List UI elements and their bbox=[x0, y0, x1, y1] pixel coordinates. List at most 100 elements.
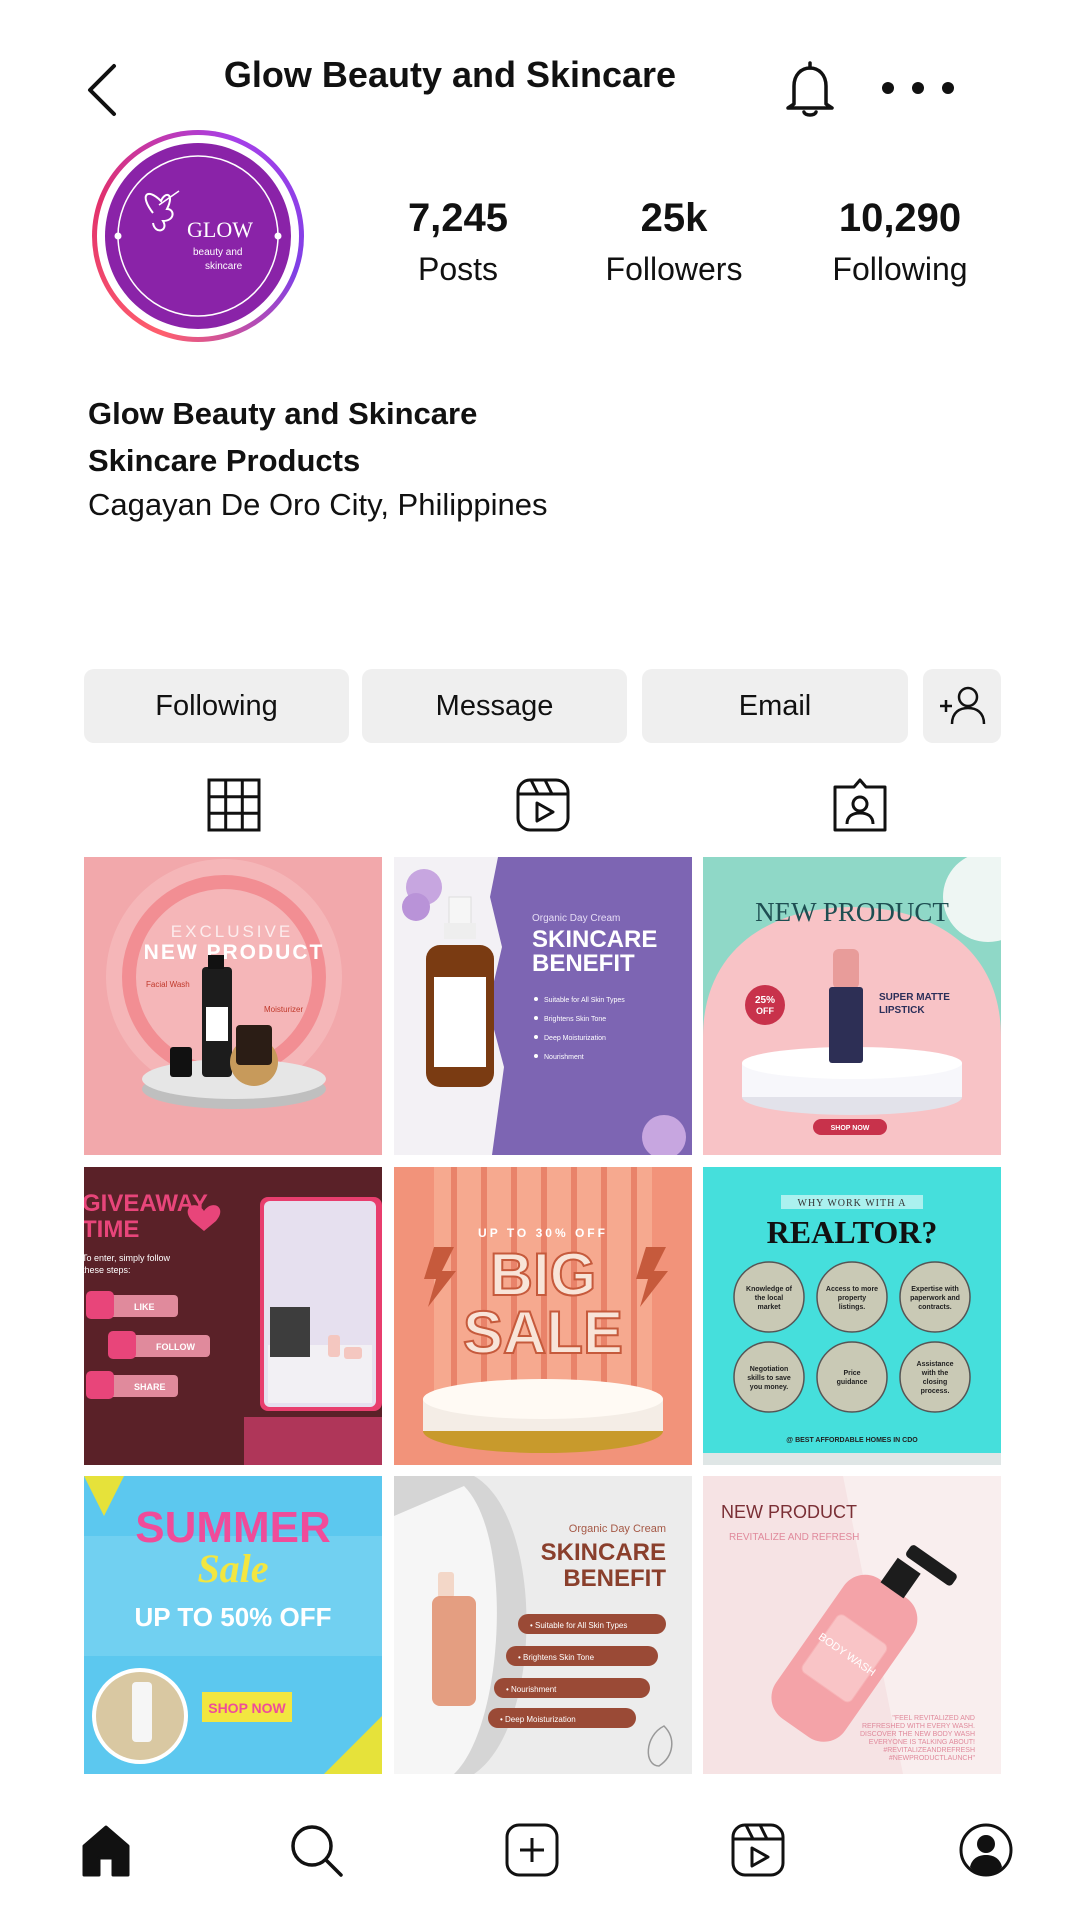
post-tile[interactable]: NEW PRODUCT REVITALIZE AND REFRESH BODY … bbox=[703, 1476, 1001, 1774]
post-text: 25% bbox=[755, 995, 775, 1006]
home-icon[interactable] bbox=[80, 1824, 132, 1878]
post-text: Brightens Skin Tone bbox=[544, 1016, 606, 1023]
message-button[interactable]: Message bbox=[362, 669, 627, 743]
stat-label: Following bbox=[832, 251, 968, 287]
post-text: SHARE bbox=[134, 1382, 166, 1392]
create-post-icon[interactable] bbox=[504, 1822, 560, 1878]
post-text: these steps: bbox=[84, 1265, 131, 1275]
reels-icon[interactable] bbox=[515, 777, 571, 833]
post-text: Organic Day Cream bbox=[569, 1523, 666, 1535]
post-text: with the bbox=[921, 1370, 949, 1377]
stat-value: 25k bbox=[640, 196, 708, 240]
post-text: SKINCARE bbox=[532, 926, 657, 953]
post-text: • Suitable for All Skin Types bbox=[530, 1621, 627, 1630]
post-text: Assistance bbox=[917, 1361, 954, 1368]
post-text: Suitable for All Skin Types bbox=[544, 997, 625, 1004]
stat-value: 7,245 bbox=[407, 196, 509, 240]
post-tile[interactable]: UP TO 30% OFF BIG SALE bbox=[394, 1167, 692, 1465]
post-text: process. bbox=[921, 1388, 950, 1395]
stat-following[interactable]: 10,290 Following bbox=[800, 196, 1000, 288]
back-arrow-icon[interactable] bbox=[84, 60, 124, 120]
post-text: REALTOR? bbox=[767, 1214, 938, 1250]
post-text: skills to save bbox=[747, 1375, 791, 1382]
profile-category: Skincare Products bbox=[88, 443, 361, 478]
post-text: #REVITALIZEANDREFRESH bbox=[883, 1747, 975, 1754]
post-text: Nourishment bbox=[544, 1054, 584, 1061]
stat-label: Posts bbox=[417, 251, 499, 287]
stat-label: Followers bbox=[605, 251, 743, 287]
more-dots-icon[interactable] bbox=[876, 76, 960, 100]
email-button[interactable]: Email bbox=[642, 669, 908, 743]
post-text: FOLLOW bbox=[156, 1342, 195, 1352]
tagged-icon[interactable] bbox=[832, 777, 888, 833]
post-text: NEW PRODUCT bbox=[144, 941, 325, 964]
post-text: #NEWPRODUCTLAUNCH" bbox=[889, 1755, 976, 1762]
avatar-tagline-2: skincare bbox=[205, 261, 243, 272]
bell-icon[interactable] bbox=[782, 60, 838, 120]
post-text: BIG bbox=[490, 1241, 597, 1308]
post-text: NEW PRODUCT bbox=[721, 1502, 857, 1522]
avatar-tagline-1: beauty and bbox=[193, 247, 243, 258]
profile-bio: Glow Beauty and Skincare Skincare Produc… bbox=[88, 390, 547, 526]
post-text: SUMMER bbox=[135, 1503, 331, 1552]
post-text: Expertise with bbox=[911, 1286, 958, 1293]
post-text: To enter, simply follow bbox=[84, 1253, 171, 1263]
post-tile[interactable]: WHY WORK WITH A REALTOR? Knowledge of th… bbox=[703, 1167, 1001, 1465]
profile-location: Cagayan De Oro City, Philippines bbox=[88, 487, 548, 522]
post-text: Negotiation bbox=[750, 1366, 789, 1373]
stat-followers[interactable]: 25k Followers bbox=[574, 196, 774, 288]
post-text: WHY WORK WITH A bbox=[798, 1198, 907, 1209]
profile-name: Glow Beauty and Skincare bbox=[88, 396, 478, 431]
post-tile[interactable]: Organic Day Cream SKINCARE BENEFIT • Sui… bbox=[394, 1476, 692, 1774]
post-text: Price bbox=[843, 1370, 860, 1377]
post-text: LIPSTICK bbox=[879, 1005, 925, 1016]
post-text: OFF bbox=[756, 1006, 774, 1016]
post-text: SHOP NOW bbox=[831, 1125, 870, 1132]
following-button[interactable]: Following bbox=[84, 669, 349, 743]
post-text: • Deep Moisturization bbox=[500, 1715, 576, 1724]
post-text: Facial Wash bbox=[146, 980, 190, 989]
post-text: paperwork and bbox=[910, 1295, 960, 1302]
post-text: BENEFIT bbox=[532, 950, 635, 977]
avatar-brand-text: GLOW bbox=[187, 217, 253, 242]
post-text: you money. bbox=[750, 1384, 788, 1391]
post-text: • Nourishment bbox=[506, 1685, 557, 1694]
post-text: Sale bbox=[197, 1546, 268, 1591]
post-text: DISCOVER THE NEW BODY WASH bbox=[860, 1731, 975, 1738]
add-person-icon bbox=[940, 686, 986, 725]
post-text: property bbox=[838, 1295, 867, 1302]
post-text: Knowledge of bbox=[746, 1286, 793, 1293]
post-tile[interactable]: NEW PRODUCT 25% OFF SUPER MATTE LIPSTICK… bbox=[703, 857, 1001, 1155]
post-tile[interactable]: GIVEAWAY TIME To enter, simply follow th… bbox=[84, 1167, 382, 1465]
stat-value: 10,290 bbox=[838, 196, 962, 240]
page-title: Glow Beauty and Skincare bbox=[223, 54, 677, 95]
post-text: guidance bbox=[837, 1379, 868, 1386]
post-text: @ BEST AFFORDABLE HOMES IN CDO bbox=[786, 1437, 918, 1444]
post-text: Moisturizer bbox=[264, 1005, 303, 1014]
search-icon[interactable] bbox=[288, 1822, 344, 1878]
post-text: LIKE bbox=[134, 1302, 155, 1312]
post-text: SHOP NOW bbox=[208, 1700, 286, 1716]
post-tile[interactable]: SUMMER Sale UP TO 50% OFF SHOP NOW bbox=[84, 1476, 382, 1774]
grid-icon[interactable] bbox=[206, 777, 262, 833]
post-text: SKINCARE bbox=[541, 1539, 666, 1566]
profile-avatar[interactable]: GLOW beauty and skincare bbox=[92, 130, 304, 342]
post-text: closing bbox=[923, 1379, 948, 1386]
post-text: REFRESHED WITH EVERY WASH. bbox=[862, 1723, 975, 1730]
post-text: "FEEL REVITALIZED AND bbox=[892, 1715, 975, 1722]
post-tile[interactable]: EXCLUSIVE NEW PRODUCT Facial Wash Moistu… bbox=[84, 857, 382, 1155]
post-text: market bbox=[758, 1304, 782, 1311]
post-tile[interactable]: Organic Day Cream SKINCARE BENEFIT Suita… bbox=[394, 857, 692, 1155]
profile-icon[interactable] bbox=[958, 1822, 1014, 1878]
stat-posts[interactable]: 7,245 Posts bbox=[358, 196, 558, 288]
reels-icon[interactable] bbox=[730, 1822, 786, 1878]
post-text: Organic Day Cream bbox=[532, 913, 620, 924]
post-text: NEW PRODUCT bbox=[755, 897, 949, 927]
post-text: EXCLUSIVE bbox=[171, 922, 293, 941]
post-text: Access to more bbox=[826, 1286, 878, 1293]
post-text: BENEFIT bbox=[563, 1565, 666, 1592]
avatar-logo: GLOW beauty and skincare bbox=[105, 143, 291, 329]
butterfly-logo-icon: GLOW beauty and skincare bbox=[114, 155, 282, 317]
add-person-button[interactable] bbox=[923, 669, 1001, 743]
post-text: SALE bbox=[463, 1299, 623, 1366]
